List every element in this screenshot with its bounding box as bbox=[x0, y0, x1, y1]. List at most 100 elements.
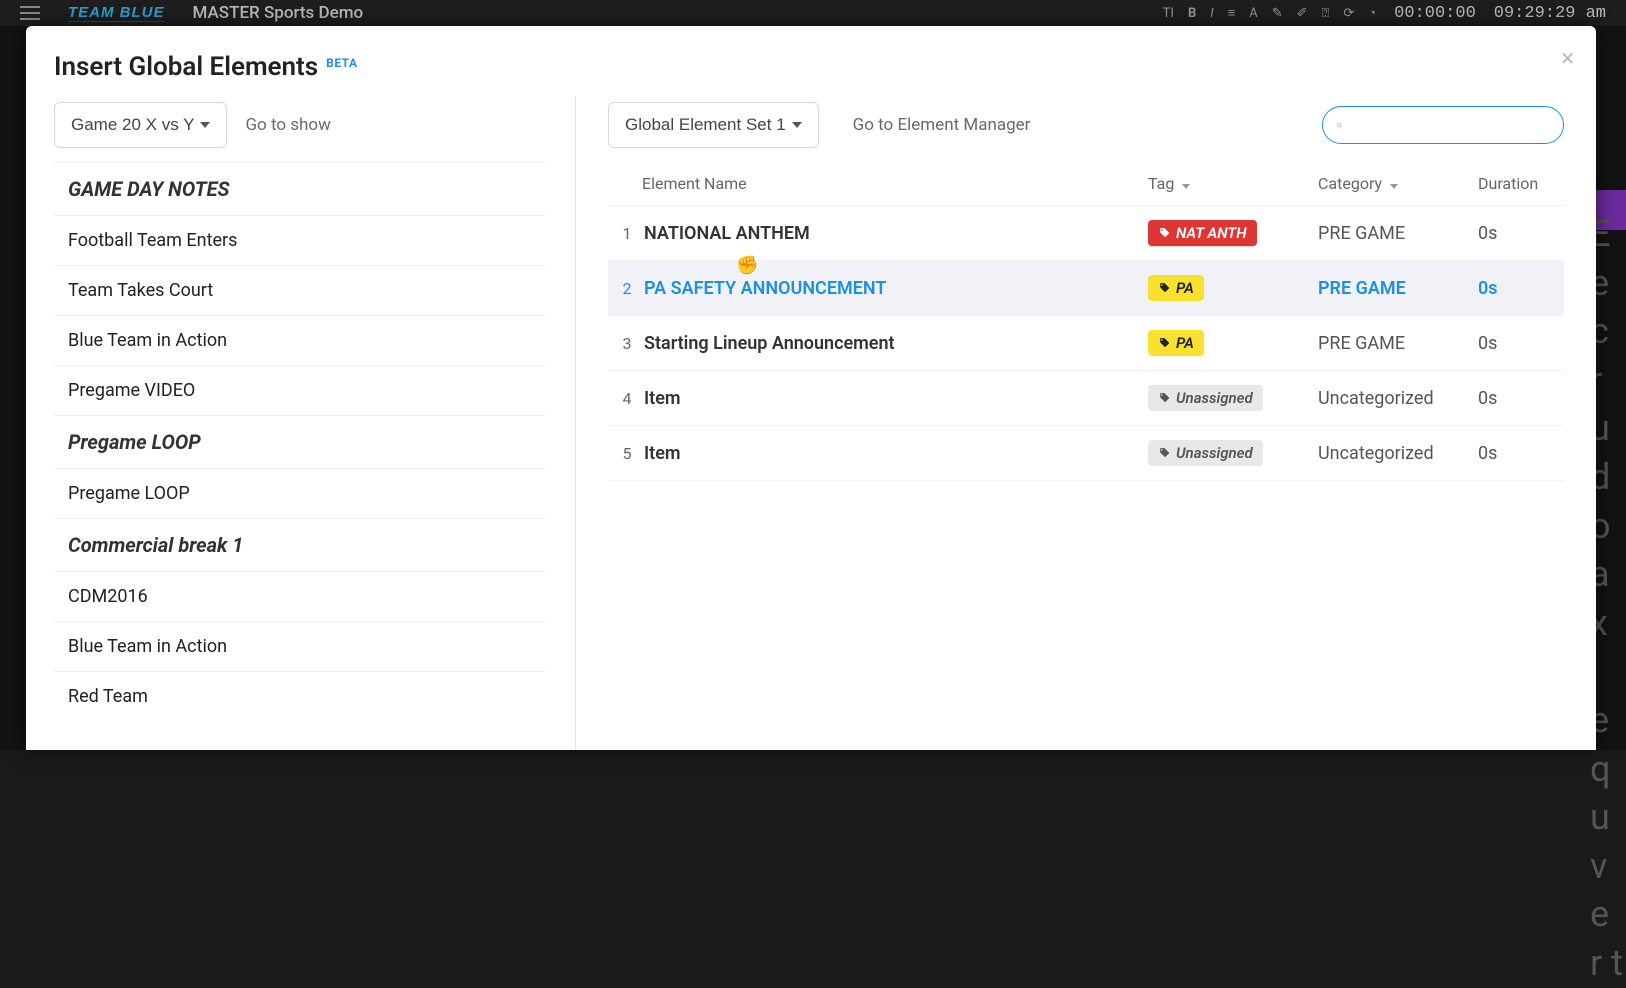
row-category: Uncategorized bbox=[1318, 443, 1478, 464]
show-selector-dropdown[interactable]: Game 20 X vs Y bbox=[54, 102, 227, 148]
row-tag-cell: Unassigned bbox=[1148, 440, 1318, 466]
row-number: 4 bbox=[612, 389, 642, 408]
topbar: TEAM BLUE MASTER Sports Demo TI B I ≡ A … bbox=[0, 0, 1626, 26]
tag-label: Unassigned bbox=[1176, 444, 1253, 462]
text-ti-icon[interactable]: TI bbox=[1163, 6, 1174, 21]
close-icon[interactable]: × bbox=[1561, 46, 1574, 70]
brand-logo: TEAM BLUE bbox=[68, 4, 165, 22]
elements-table-header: Element Name Tag Category Duration bbox=[608, 162, 1564, 206]
element-row[interactable]: 2PA SAFETY ANNOUNCEMENTPAPRE GAME0s bbox=[608, 261, 1564, 316]
tag-label: PA bbox=[1176, 279, 1194, 297]
row-number: 3 bbox=[612, 334, 642, 353]
tag-pill[interactable]: PA bbox=[1148, 330, 1204, 356]
tag-pill[interactable]: PA bbox=[1148, 275, 1204, 301]
col-element-name[interactable]: Element Name bbox=[642, 174, 1148, 193]
align-icon[interactable]: ≡ bbox=[1228, 5, 1236, 21]
bold-icon[interactable]: B bbox=[1188, 6, 1196, 21]
script-item[interactable]: Blue Team in Action bbox=[54, 621, 545, 671]
clock-display: 09:29:29 am bbox=[1494, 4, 1606, 23]
chevron-down-icon bbox=[1390, 184, 1398, 189]
tag-label: NAT ANTH bbox=[1176, 224, 1247, 242]
tag-label: Unassigned bbox=[1176, 389, 1253, 407]
search-input[interactable] bbox=[1350, 117, 1549, 134]
col-category-label: Category bbox=[1318, 174, 1382, 193]
modal-title-text: Insert Global Elements bbox=[54, 52, 318, 82]
script-item[interactable]: Pregame VIDEO bbox=[54, 365, 545, 415]
search-icon bbox=[1337, 118, 1342, 133]
script-item[interactable]: Blue Team in Action bbox=[54, 315, 545, 365]
row-category: PRE GAME bbox=[1318, 278, 1478, 299]
elements-pane: Global Element Set 1 Go to Element Manag… bbox=[576, 96, 1564, 750]
project-title: MASTER Sports Demo bbox=[193, 3, 364, 23]
tag-pill[interactable]: Unassigned bbox=[1148, 440, 1263, 466]
elements-table-body: 1NATIONAL ANTHEMNAT ANTHPRE GAME0s2PA SA… bbox=[608, 206, 1564, 481]
script-item[interactable]: Pregame LOOP bbox=[54, 468, 545, 518]
row-category: PRE GAME bbox=[1318, 223, 1478, 244]
menu-icon[interactable] bbox=[20, 6, 40, 20]
tag-icon bbox=[1158, 227, 1171, 240]
row-tag-cell: Unassigned bbox=[1148, 385, 1318, 411]
row-element-name: Item bbox=[642, 388, 1148, 409]
go-to-element-manager-link[interactable]: Go to Element Manager bbox=[853, 115, 1031, 135]
element-row[interactable]: 3Starting Lineup Announcement PA PRE GAME0… bbox=[608, 316, 1564, 371]
row-number: 5 bbox=[612, 444, 642, 463]
chevron-down-icon bbox=[792, 122, 802, 128]
tag-pill[interactable]: Unassigned bbox=[1148, 385, 1263, 411]
script-group-header: GAME DAY NOTES bbox=[54, 162, 545, 215]
timer-display: 00:00:00 bbox=[1394, 4, 1476, 23]
insert-global-elements-modal: × Insert Global Elements BETA Game 20 X … bbox=[26, 26, 1596, 750]
row-number: 1 bbox=[612, 224, 642, 243]
col-category[interactable]: Category bbox=[1318, 174, 1478, 193]
font-icon[interactable]: A bbox=[1249, 6, 1257, 21]
tag-icon bbox=[1158, 282, 1171, 295]
row-duration: 0s bbox=[1478, 278, 1556, 299]
row-duration: 0s bbox=[1478, 223, 1556, 244]
script-item[interactable]: Red Team bbox=[54, 671, 545, 721]
col-duration[interactable]: Duration bbox=[1478, 174, 1556, 193]
row-duration: 0s bbox=[1478, 443, 1556, 464]
row-element-name: Starting Lineup Announcement bbox=[642, 333, 1148, 354]
tag-icon bbox=[1158, 392, 1171, 405]
element-row[interactable]: 4Item Unassigned Uncategorized0s bbox=[608, 371, 1564, 426]
row-category: Uncategorized bbox=[1318, 388, 1478, 409]
script-item[interactable]: Team Takes Court bbox=[54, 265, 545, 315]
modal-header: Insert Global Elements BETA bbox=[54, 52, 1564, 82]
go-to-show-link[interactable]: Go to show bbox=[245, 115, 330, 135]
element-set-dropdown[interactable]: Global Element Set 1 bbox=[608, 102, 819, 148]
chevron-down-icon bbox=[200, 122, 210, 128]
show-script-pane: Game 20 X vs Y Go to show GAME DAY NOTES… bbox=[54, 96, 576, 750]
element-set-label: Global Element Set 1 bbox=[625, 115, 786, 135]
row-element-name: NATIONAL ANTHEM bbox=[642, 223, 1148, 244]
pencil-icon[interactable]: ✐ bbox=[1297, 6, 1308, 21]
search-box[interactable] bbox=[1322, 106, 1564, 144]
row-duration: 0s bbox=[1478, 388, 1556, 409]
chevron-down-icon bbox=[1182, 184, 1190, 189]
clock-icon[interactable]: ◔ bbox=[1368, 5, 1376, 21]
script-group-header: Pregame LOOP bbox=[54, 415, 545, 468]
row-tag-cell: PA bbox=[1148, 330, 1318, 356]
show-selector-label: Game 20 X vs Y bbox=[71, 115, 194, 135]
tag-pill[interactable]: NAT ANTH bbox=[1148, 220, 1257, 246]
script-list: GAME DAY NOTESFootball Team EntersTeam T… bbox=[54, 162, 545, 721]
col-tag-label: Tag bbox=[1148, 174, 1174, 193]
row-element-name: PA SAFETY ANNOUNCEMENT bbox=[642, 278, 1148, 299]
row-duration: 0s bbox=[1478, 333, 1556, 354]
pen-icon[interactable]: ✎ bbox=[1272, 6, 1283, 21]
tag-label: PA bbox=[1176, 334, 1194, 352]
image-icon[interactable]: ⍰ bbox=[1322, 6, 1330, 21]
element-row[interactable]: 1NATIONAL ANTHEM NAT ANTH PRE GAME0s bbox=[608, 206, 1564, 261]
toolbar-format-icons: TI B I ≡ A ✎ ✐ ⍰ ⟳ ◔ bbox=[1163, 5, 1377, 21]
script-item[interactable]: CDM2016 bbox=[54, 571, 545, 621]
row-tag-cell: PA bbox=[1148, 275, 1318, 301]
col-tag[interactable]: Tag bbox=[1148, 174, 1318, 193]
beta-badge: BETA bbox=[326, 56, 357, 70]
row-tag-cell: NAT ANTH bbox=[1148, 220, 1318, 246]
element-row[interactable]: 5Item Unassigned Uncategorized0s bbox=[608, 426, 1564, 481]
row-category: PRE GAME bbox=[1318, 333, 1478, 354]
script-item[interactable]: Football Team Enters bbox=[54, 215, 545, 265]
row-element-name: Item bbox=[642, 443, 1148, 464]
refresh-icon[interactable]: ⟳ bbox=[1343, 6, 1354, 21]
tag-icon bbox=[1158, 447, 1171, 460]
script-group-header: Commercial break 1 bbox=[54, 518, 545, 571]
italic-icon[interactable]: I bbox=[1210, 6, 1213, 21]
